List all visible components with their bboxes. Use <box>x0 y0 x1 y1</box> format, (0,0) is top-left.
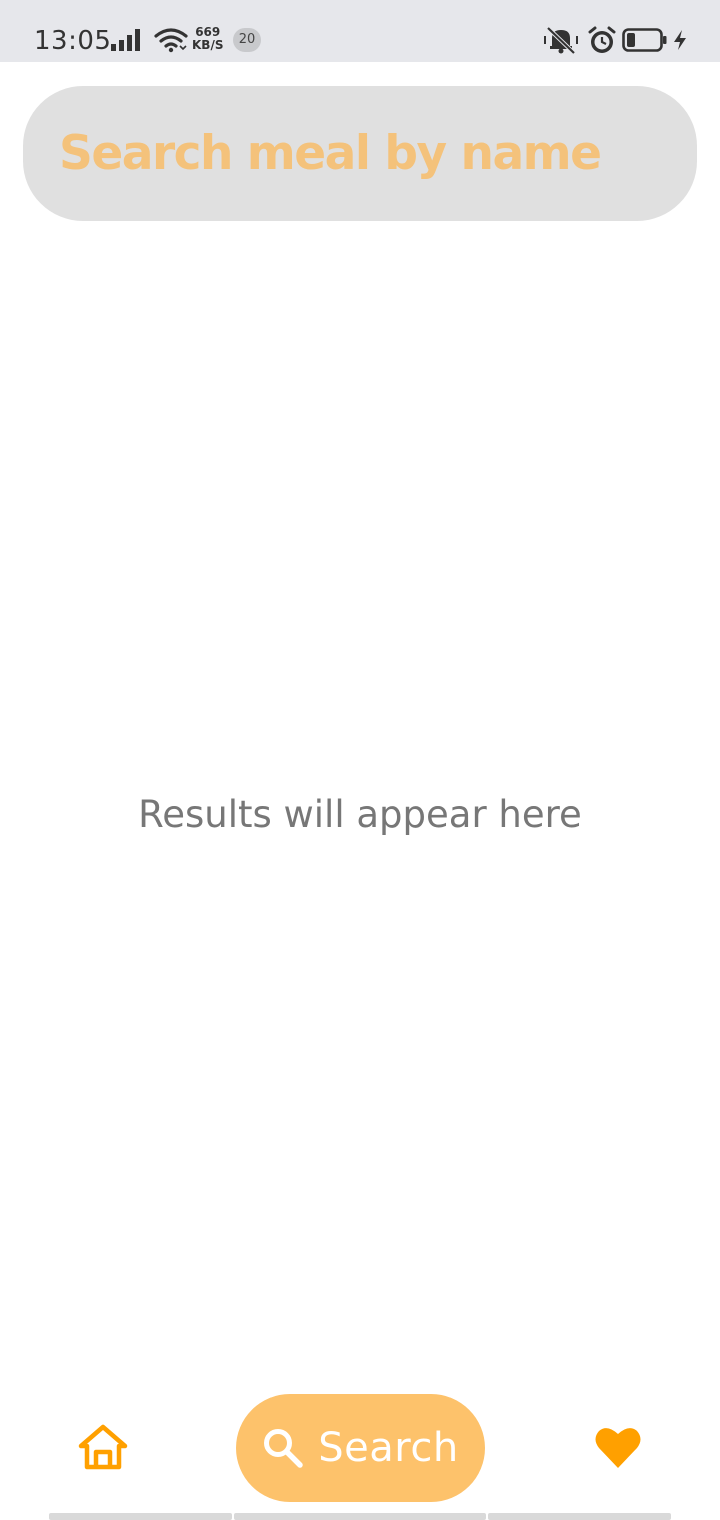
gesture-bar-center <box>234 1513 486 1520</box>
home-icon <box>78 1424 128 1470</box>
nav-home-button[interactable] <box>78 1424 128 1470</box>
network-speed: 669 KB/S <box>192 26 223 52</box>
heart-icon <box>595 1428 641 1468</box>
network-speed-unit: KB/S <box>192 38 224 52</box>
search-input[interactable] <box>59 86 659 221</box>
gesture-bar-right <box>488 1513 671 1520</box>
status-bar: 13:05 669 KB/S 20 <box>0 0 720 62</box>
results-empty-text: Results will appear here <box>138 793 582 836</box>
nav-search-button[interactable]: Search <box>236 1394 485 1502</box>
gesture-bar-left <box>49 1513 232 1520</box>
status-time: 13:05 <box>34 26 112 56</box>
wifi-icon <box>154 27 188 57</box>
search-field[interactable] <box>23 86 697 221</box>
search-icon <box>264 1429 304 1468</box>
nav-search-label: Search <box>318 1425 459 1471</box>
notification-count-badge: 20 <box>233 28 261 52</box>
app-screen: 13:05 669 KB/S 20 Search meal by name Re… <box>0 0 720 1520</box>
signal-icon <box>110 28 146 56</box>
battery-icon <box>622 28 668 56</box>
alarm-icon <box>587 26 617 60</box>
nav-favorites-button[interactable] <box>594 1424 642 1470</box>
charging-icon <box>672 29 688 55</box>
mute-icon <box>543 25 579 59</box>
